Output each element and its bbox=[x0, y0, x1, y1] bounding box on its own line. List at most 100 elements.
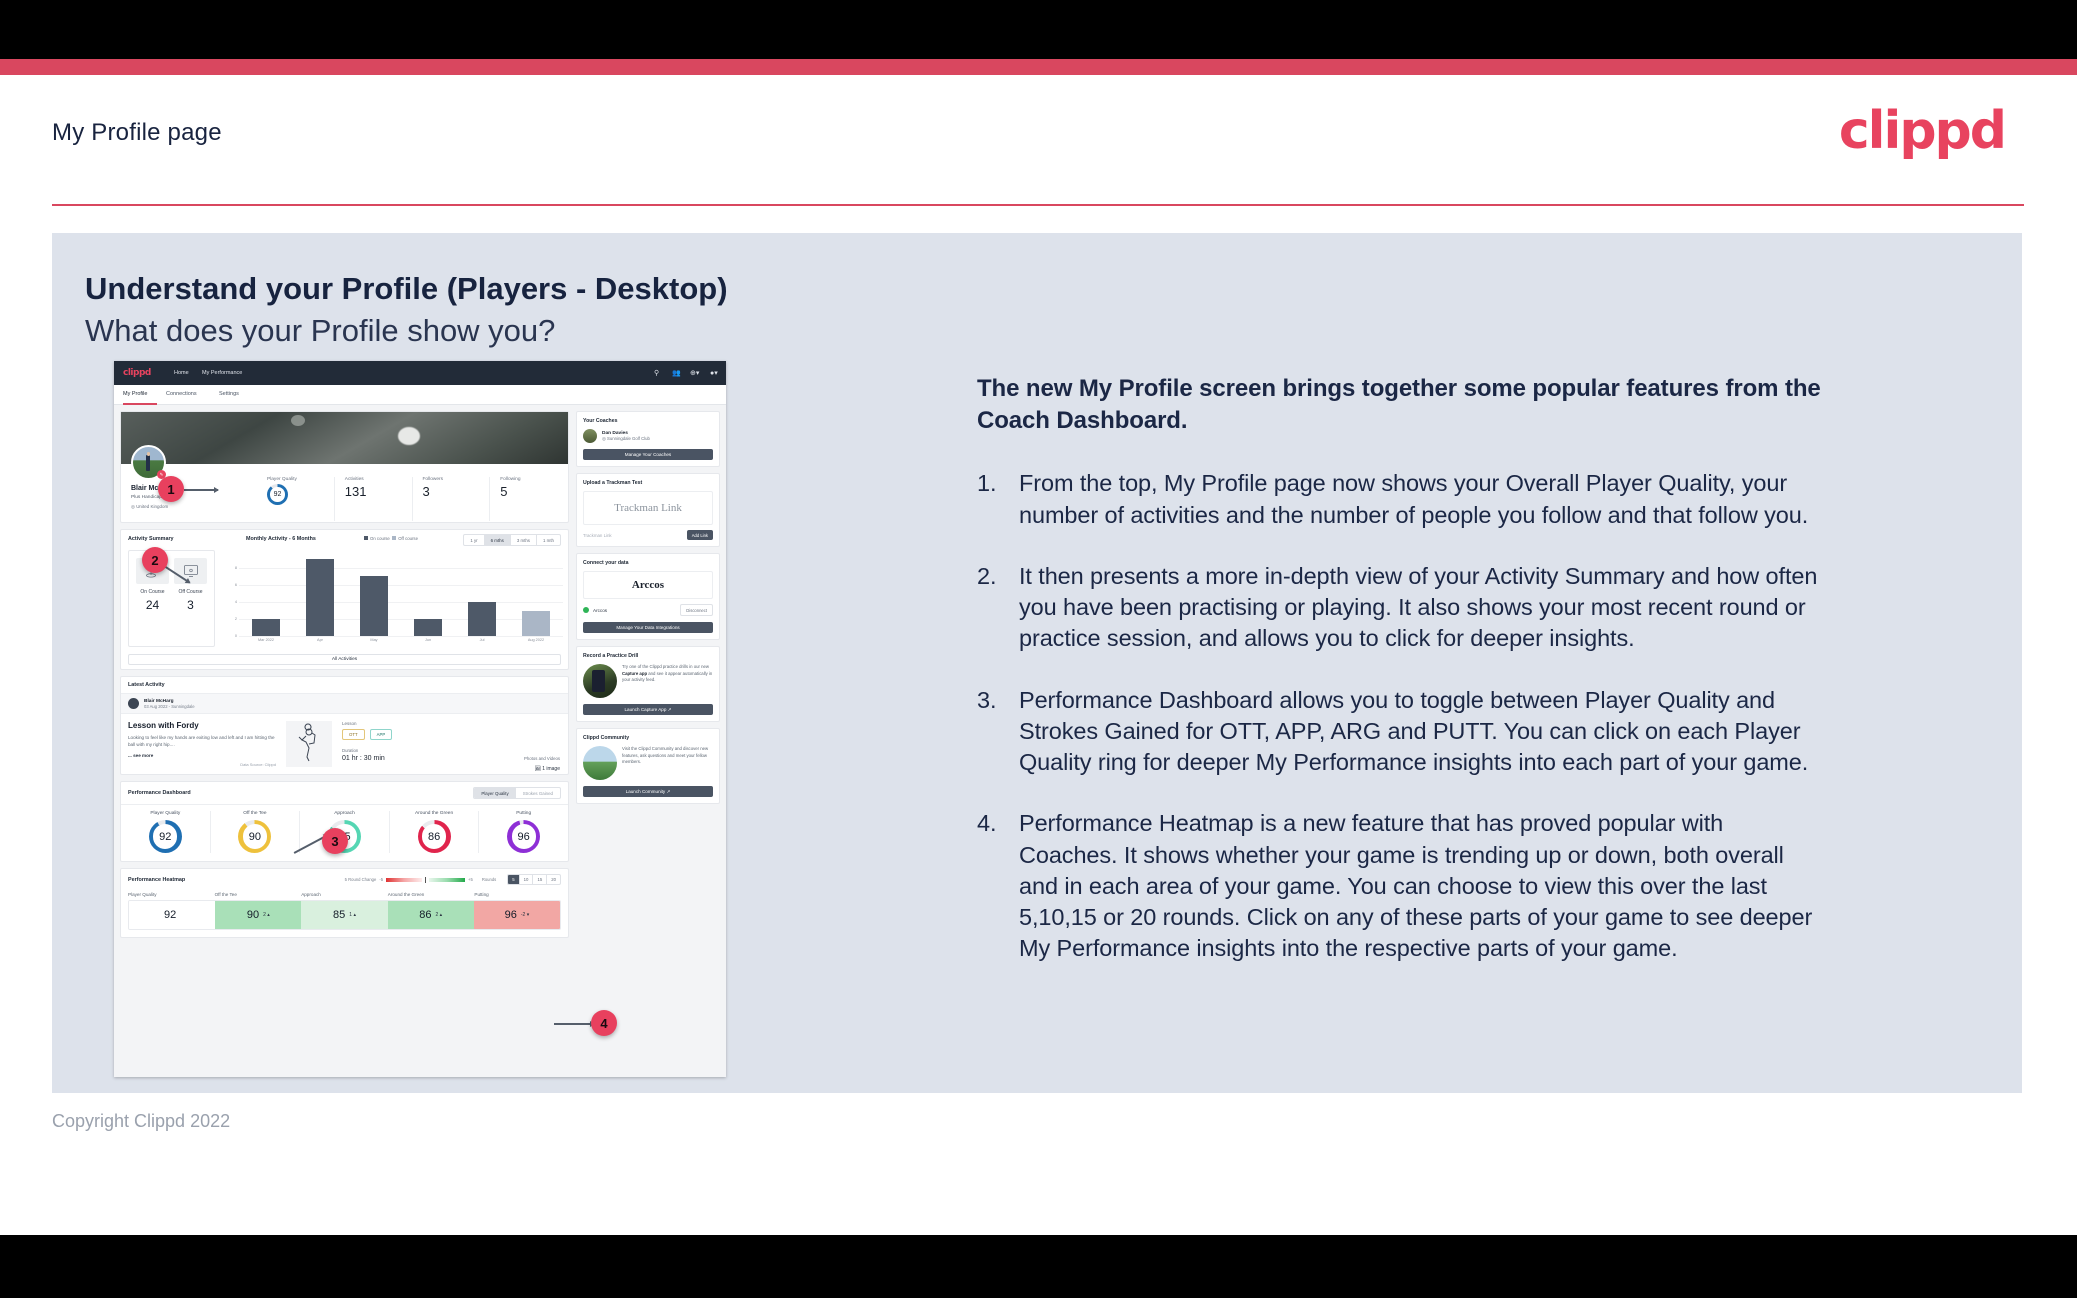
bar-aug-2022[interactable] bbox=[522, 610, 550, 636]
list-item: 1. From the top, My Profile page now sho… bbox=[977, 468, 1827, 531]
range-1yr[interactable]: 1 yr bbox=[464, 535, 483, 545]
bar-jul[interactable] bbox=[468, 601, 496, 636]
active-tab-indicator bbox=[123, 403, 157, 405]
range-1mth[interactable]: 1 mth bbox=[536, 535, 560, 545]
toggle-player-quality[interactable]: Player Quality bbox=[474, 788, 516, 798]
stat-value: 3 bbox=[422, 484, 430, 499]
manage-data-integrations-button[interactable]: Manage Your Data Integrations bbox=[583, 622, 713, 633]
heatmap-cell-off-the-tee[interactable]: 90 2 ▴ bbox=[215, 901, 302, 929]
range-3mths[interactable]: 3 mths bbox=[509, 535, 536, 545]
stat-value: 131 bbox=[344, 484, 367, 499]
add-link-button[interactable]: Add Link bbox=[686, 530, 713, 540]
disconnect-button[interactable]: Disconnect bbox=[680, 604, 713, 616]
performance-dashboard-title: Performance Dashboard bbox=[128, 790, 191, 796]
app-navbar: clippd Home My Performance ⚲ 👥 ⊕▾ ●▾ bbox=[114, 361, 726, 385]
heatmap-cell-player-quality[interactable]: 92 bbox=[129, 901, 216, 929]
ring-cell-off-the-tee[interactable]: Off the Tee 90 bbox=[209, 811, 300, 853]
all-activities-button[interactable]: All Activities bbox=[128, 654, 561, 665]
heatmap-label: Putting bbox=[474, 892, 489, 897]
activity-body: Lesson with Fordy Looking to feel like m… bbox=[121, 714, 568, 774]
nav-link-my-performance[interactable]: My Performance bbox=[202, 370, 242, 376]
stat-followers[interactable]: Followers 3 bbox=[411, 477, 490, 521]
ring-off-the-tee[interactable]: 90 bbox=[238, 820, 272, 853]
heatmap-cell-putting[interactable]: 96 -2 ▾ bbox=[473, 901, 560, 929]
bar-may[interactable] bbox=[360, 576, 388, 636]
ring-cell-player-quality[interactable]: Player Quality 92 bbox=[121, 811, 210, 853]
ring-label: Player Quality bbox=[150, 811, 181, 816]
ring-value: 96 bbox=[517, 830, 530, 843]
range-6mths[interactable]: 6 mths bbox=[483, 535, 510, 545]
tab-settings[interactable]: Settings bbox=[219, 391, 239, 397]
rounds-20[interactable]: 20 bbox=[546, 875, 560, 884]
nav-link-home[interactable]: Home bbox=[174, 370, 189, 376]
ring-cell-putting[interactable]: Putting 96 bbox=[478, 811, 568, 853]
metric-toggle[interactable]: Player Quality Strokes Gained bbox=[473, 787, 561, 799]
people-icon[interactable]: 👥 bbox=[672, 369, 681, 377]
heatmap-cell-approach[interactable]: 85 1 ▴ bbox=[301, 901, 388, 929]
explanation-column: The new My Profile screen brings togethe… bbox=[977, 373, 1827, 995]
launch-community-button[interactable]: Launch Community ↗ bbox=[583, 786, 713, 797]
stat-following[interactable]: Following 5 bbox=[489, 477, 567, 521]
player-quality-ring[interactable]: 92 bbox=[267, 484, 288, 505]
ring-value: 90 bbox=[248, 830, 262, 843]
launch-capture-app-button[interactable]: Launch Capture App ↗ bbox=[583, 704, 713, 715]
arccos-brand: Arccos bbox=[583, 571, 713, 599]
tile-value-on-course: 24 bbox=[145, 598, 160, 612]
chip-ott[interactable]: OTT bbox=[342, 729, 365, 740]
ring-cell-around-the-green[interactable]: Around the Green 86 bbox=[388, 811, 479, 853]
clippd-logo: clippd bbox=[1838, 101, 2007, 161]
bar-mar-2022[interactable] bbox=[252, 618, 280, 636]
rounds-5[interactable]: 5 bbox=[508, 875, 519, 884]
stat-value: 92 bbox=[273, 491, 282, 498]
tab-my-profile[interactable]: My Profile bbox=[123, 391, 147, 397]
ring-label: Off the Tee bbox=[243, 811, 267, 816]
y-tick: 6 bbox=[234, 582, 237, 587]
list-text: Performance Dashboard allows you to togg… bbox=[1019, 686, 1809, 776]
bar-jun[interactable] bbox=[414, 618, 442, 636]
chip-app[interactable]: APP bbox=[369, 729, 393, 740]
coach-avatar bbox=[583, 429, 597, 443]
heatmap-cell-around-the-green[interactable]: 86 2 ▴ bbox=[387, 901, 474, 929]
avatar-icon[interactable]: ●▾ bbox=[710, 369, 718, 377]
ring-player-quality[interactable]: 92 bbox=[148, 820, 182, 853]
legend-swatch-off-course bbox=[392, 536, 397, 540]
activity-chips: OTT APP bbox=[342, 729, 561, 740]
rounds-10[interactable]: 10 bbox=[518, 875, 533, 884]
y-tick: 8 bbox=[234, 565, 237, 570]
range-selector[interactable]: 1 yr 6 mths 3 mths 1 mth bbox=[463, 534, 561, 546]
stat-player-quality[interactable]: Player Quality 92 bbox=[257, 477, 334, 521]
ring-around-the-green[interactable]: 86 bbox=[417, 820, 451, 853]
chart-legend: On course Off course bbox=[364, 536, 418, 541]
trackman-link-input[interactable]: Trackman Link bbox=[583, 533, 612, 538]
list-item: 3. Performance Dashboard allows you to t… bbox=[977, 685, 1827, 779]
coach-entry[interactable]: Dan Davies ◎ Sunningdale Golf Club bbox=[583, 429, 713, 443]
tab-connections[interactable]: Connections bbox=[166, 391, 197, 397]
course-tiles: On Course Off Course 24 3 bbox=[128, 550, 215, 647]
ring-value: 92 bbox=[159, 830, 172, 843]
stat-activities[interactable]: Activities 131 bbox=[333, 477, 412, 521]
rounds-selector[interactable]: 5 10 15 20 bbox=[507, 874, 561, 885]
heatmap-value: 92 bbox=[163, 909, 177, 921]
list-text: It then presents a more in-depth view of… bbox=[1019, 562, 1818, 652]
activity-author: Blair McHarg 03 Aug 2022 - Sunningdale bbox=[121, 694, 568, 714]
bar-apr[interactable] bbox=[306, 558, 334, 636]
heatmap-labels: Player Quality Off the Tee Approach Arou… bbox=[121, 890, 568, 897]
add-circle-icon[interactable]: ⊕▾ bbox=[690, 369, 699, 377]
manage-coaches-button[interactable]: Manage Your Coaches bbox=[583, 449, 713, 460]
see-more-link[interactable]: ... see more bbox=[128, 753, 276, 758]
rounds-15[interactable]: 15 bbox=[532, 875, 546, 884]
search-icon[interactable]: ⚲ bbox=[654, 369, 659, 377]
activity-summary-title: Activity Summary bbox=[128, 536, 174, 542]
y-tick: 0 bbox=[234, 634, 237, 638]
toggle-strokes-gained[interactable]: Strokes Gained bbox=[516, 788, 560, 798]
stat-label: Following bbox=[500, 477, 521, 482]
activity-thumbnail[interactable] bbox=[286, 721, 332, 767]
app-screenshot: clippd Home My Performance ⚲ 👥 ⊕▾ ●▾ My … bbox=[114, 361, 726, 1077]
list-text: From the top, My Profile page now shows … bbox=[1019, 470, 1809, 528]
stat-label: Activities bbox=[344, 477, 364, 482]
x-tick: Jul bbox=[479, 638, 485, 642]
ring-putting[interactable]: 96 bbox=[507, 820, 541, 853]
profile-stats: Player Quality 92 Activities 131 Followe… bbox=[257, 477, 567, 521]
practice-drill-card: Record a Practice Drill Try one of the C… bbox=[576, 646, 720, 722]
trackman-title: Upload a Trackman Test bbox=[583, 480, 643, 486]
